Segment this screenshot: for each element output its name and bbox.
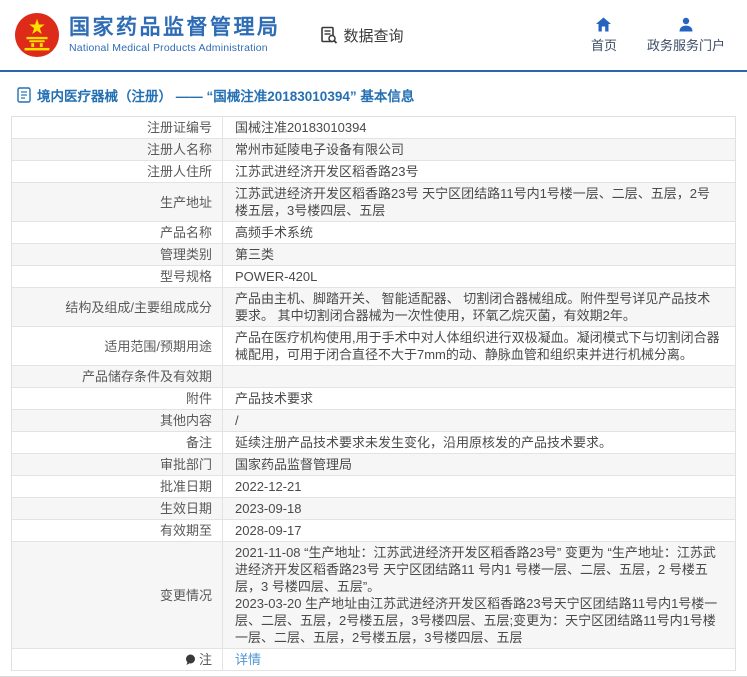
table-row: 产品储存条件及有效期	[12, 366, 735, 388]
row-value: POWER-420L	[223, 266, 735, 287]
nav-portal-label: 政务服务门户	[646, 37, 725, 53]
table-row: 生效日期 2023-09-18	[12, 498, 735, 520]
row-value: 国械注准20183010394	[223, 117, 735, 138]
table-row: 注详情	[12, 649, 735, 671]
site-header: 国家药品监督管理局 National Medical Products Admi…	[0, 0, 747, 70]
row-value-text: 2028-09-17	[235, 523, 302, 538]
person-icon	[679, 17, 693, 31]
site-name-en: National Medical Products Administration	[69, 42, 268, 55]
site-brand: 国家药品监督管理局 National Medical Products Admi…	[69, 16, 281, 54]
document-icon	[17, 87, 31, 103]
row-label: 适用范围/预期用途	[12, 327, 223, 365]
table-row: 附件 产品技术要求	[12, 388, 735, 410]
row-value-text: 常州市延陵电子设备有限公司	[235, 142, 405, 157]
row-value-text: 高频手术系统	[235, 225, 314, 240]
row-value: 2022-12-21	[223, 476, 735, 497]
table-row: 型号规格 POWER-420L	[12, 266, 735, 288]
site-name-zh: 国家药品监督管理局	[69, 15, 281, 39]
row-value-text: 2022-12-21	[235, 479, 302, 494]
row-value-text: /	[235, 413, 239, 428]
page-title-bar: 境内医疗器械（注册） —— “国械注准20183010394” 基本信息	[0, 72, 747, 114]
nav-home-label: 首页	[590, 37, 617, 53]
note-icon	[185, 654, 196, 666]
table-row: 审批部门 国家药品监督管理局	[12, 454, 735, 476]
row-value-text: 产品技术要求	[235, 391, 314, 406]
row-value: 详情	[223, 649, 735, 670]
row-label: 生产地址	[12, 183, 223, 221]
row-label: 注册证编号	[12, 117, 223, 138]
row-value: 2028-09-17	[223, 520, 735, 541]
table-row: 注册人名称 常州市延陵电子设备有限公司	[12, 139, 735, 161]
row-value-text: 2023-09-18	[235, 501, 302, 516]
table-row: 管理类别 第三类	[12, 244, 735, 266]
table-row: 注册人住所 江苏武进经济开发区稻香路23号	[12, 161, 735, 183]
row-label: 其他内容	[12, 410, 223, 431]
table-row: 适用范围/预期用途 产品在医疗机构使用,用于手术中对人体组织进行双极凝血。凝闭模式…	[12, 327, 735, 366]
document-search-icon	[320, 26, 337, 44]
row-value: 高频手术系统	[223, 222, 735, 243]
row-value: 国家药品监督管理局	[223, 454, 735, 475]
row-value-text: 第三类	[235, 247, 275, 262]
nav-item-home[interactable]: 首页	[591, 17, 617, 54]
row-value: 第三类	[223, 244, 735, 265]
row-label: 结构及组成/主要组成成分	[12, 288, 223, 326]
row-value: 江苏武进经济开发区稻香路23号	[223, 161, 735, 182]
row-value: 江苏武进经济开发区稻香路23号 天宁区团结路11号内1号楼一层、二层、五层，2号…	[223, 183, 735, 221]
row-value-text: 2021-11-08 “生产地址：江苏武进经济开发区稻香路23号” 变更为 “生…	[235, 545, 718, 645]
row-value-text: 国械注准20183010394	[235, 120, 367, 135]
row-value-text: 产品在医疗机构使用,用于手术中对人体组织进行双极凝血。凝闭模式下与切割闭合器械配…	[235, 330, 720, 362]
row-label: 注册人名称	[12, 139, 223, 160]
row-label: 管理类别	[12, 244, 223, 265]
header-nav: 首页 政务服务门户	[591, 17, 733, 54]
row-value: 延续注册产品技术要求未发生变化，沿用原核发的产品技术要求。	[223, 432, 735, 453]
table-row: 产品名称 高频手术系统	[12, 222, 735, 244]
row-value: 常州市延陵电子设备有限公司	[223, 139, 735, 160]
row-label: 变更情况	[12, 542, 223, 648]
table-row: 生产地址 江苏武进经济开发区稻香路23号 天宁区团结路11号内1号楼一层、二层、五…	[12, 183, 735, 222]
row-value-text: 国家药品监督管理局	[235, 457, 353, 472]
table-row: 其他内容 /	[12, 410, 735, 432]
row-label: 型号规格	[12, 266, 223, 287]
row-label: 产品名称	[12, 222, 223, 243]
data-query-button[interactable]: 数据查询	[319, 25, 404, 46]
row-label: 注册人住所	[12, 161, 223, 182]
home-icon	[596, 17, 612, 31]
row-label: 生效日期	[12, 498, 223, 519]
detail-link[interactable]: 详情	[235, 651, 261, 668]
row-label: 备注	[12, 432, 223, 453]
data-query-label: 数据查询	[343, 27, 404, 45]
row-label: 附件	[12, 388, 223, 409]
row-label: 审批部门	[12, 454, 223, 475]
table-row: 批准日期 2022-12-21	[12, 476, 735, 498]
row-value: 产品在医疗机构使用,用于手术中对人体组织进行双极凝血。凝闭模式下与切割闭合器械配…	[223, 327, 735, 365]
row-label: 产品储存条件及有效期	[12, 366, 223, 387]
page-title: 境内医疗器械（注册） —— “国械注准20183010394” 基本信息	[37, 89, 415, 104]
row-value-text: POWER-420L	[235, 269, 318, 284]
china-national-emblem	[14, 12, 60, 58]
table-row: 备注 延续注册产品技术要求未发生变化，沿用原核发的产品技术要求。	[12, 432, 735, 454]
row-value-text: 江苏武进经济开发区稻香路23号 天宁区团结路11号内1号楼一层、二层、五层，2号…	[235, 186, 711, 218]
row-value: 2023-09-18	[223, 498, 735, 519]
row-value-text: 产品由主机、脚踏开关、 智能适配器、 切割闭合器械组成。附件型号详见产品技术要求…	[235, 291, 711, 323]
table-row: 变更情况 2021-11-08 “生产地址：江苏武进经济开发区稻香路23号” 变更…	[12, 542, 735, 649]
row-value-text: 江苏武进经济开发区稻香路23号	[235, 164, 419, 179]
row-value: /	[223, 410, 735, 431]
row-value: 2021-11-08 “生产地址：江苏武进经济开发区稻香路23号” 变更为 “生…	[223, 542, 735, 648]
table-row: 注册证编号 国械注准20183010394	[12, 117, 735, 139]
nav-item-portal[interactable]: 政务服务门户	[647, 17, 725, 54]
table-row: 有效期至 2028-09-17	[12, 520, 735, 542]
row-value: 产品技术要求	[223, 388, 735, 409]
registration-detail-table: 注册证编号 国械注准20183010394 注册人名称 常州市延陵电子设备有限公司 注册…	[11, 116, 736, 671]
row-value	[223, 366, 735, 387]
row-label: 批准日期	[12, 476, 223, 497]
row-label: 有效期至	[12, 520, 223, 541]
table-row: 结构及组成/主要组成成分 产品由主机、脚踏开关、 智能适配器、 切割闭合器械组成。…	[12, 288, 735, 327]
row-value: 产品由主机、脚踏开关、 智能适配器、 切割闭合器械组成。附件型号详见产品技术要求…	[223, 288, 735, 326]
row-label: 注	[12, 649, 223, 670]
row-value-text: 延续注册产品技术要求未发生变化，沿用原核发的产品技术要求。	[235, 435, 613, 450]
